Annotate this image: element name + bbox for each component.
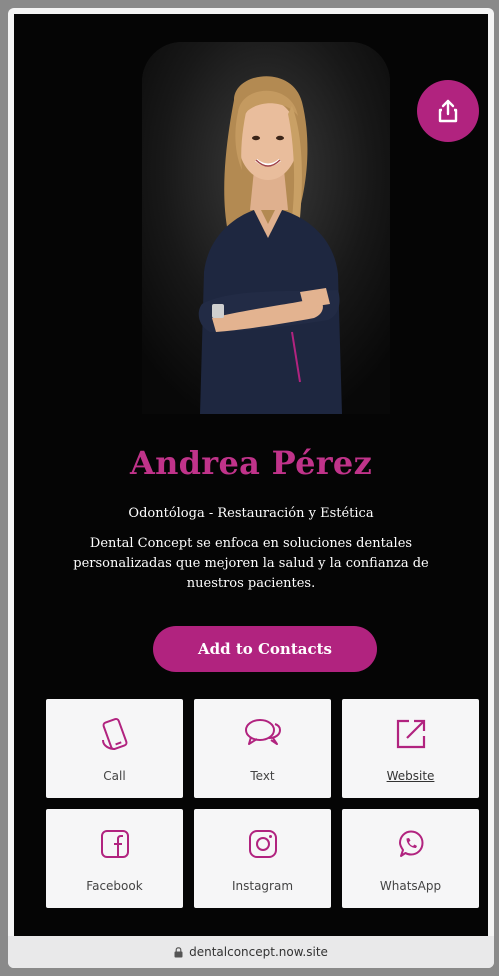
profile-description: Dental Concept se enfoca en soluciones d… bbox=[73, 536, 429, 591]
phone-icon bbox=[94, 713, 136, 755]
chat-icon bbox=[242, 713, 284, 755]
instagram-icon bbox=[242, 823, 284, 865]
facebook-tile[interactable]: Facebook bbox=[46, 809, 183, 908]
text-label: Text bbox=[250, 769, 275, 783]
screenshot-frame: Andrea Pérez Odontóloga - Restauración y… bbox=[0, 0, 499, 976]
whatsapp-tile[interactable]: WhatsApp bbox=[342, 809, 479, 908]
share-icon bbox=[435, 98, 461, 124]
website-tile[interactable]: Website bbox=[342, 699, 479, 798]
text-tile[interactable]: Text bbox=[194, 699, 331, 798]
contact-actions-grid: Call Text Website Facebook Instagram Wha… bbox=[46, 699, 479, 908]
whatsapp-icon bbox=[390, 823, 432, 865]
share-button[interactable] bbox=[417, 80, 479, 142]
lock-icon bbox=[174, 946, 183, 958]
profile-name: Andrea Pérez bbox=[129, 444, 373, 482]
call-tile[interactable]: Call bbox=[46, 699, 183, 798]
facebook-label: Facebook bbox=[86, 879, 143, 893]
add-to-contacts-button[interactable]: Add to Contacts bbox=[153, 626, 377, 672]
contact-card: Andrea Pérez Odontóloga - Restauración y… bbox=[14, 14, 488, 936]
url-text: dentalconcept.now.site bbox=[189, 945, 328, 959]
whatsapp-label: WhatsApp bbox=[379, 879, 442, 893]
profile-subtitle: Odontóloga - Restauración y Estética bbox=[128, 506, 374, 521]
facebook-icon bbox=[94, 823, 136, 865]
website-label: Website bbox=[386, 769, 435, 783]
instagram-label: Instagram bbox=[231, 879, 294, 893]
profile-photo bbox=[142, 42, 390, 414]
call-label: Call bbox=[103, 769, 126, 783]
external-link-icon bbox=[390, 713, 432, 755]
browser-address-bar[interactable]: dentalconcept.now.site bbox=[8, 936, 494, 968]
instagram-tile[interactable]: Instagram bbox=[194, 809, 331, 908]
phone-screen: Andrea Pérez Odontóloga - Restauración y… bbox=[8, 8, 494, 968]
portrait-illustration bbox=[142, 42, 390, 414]
